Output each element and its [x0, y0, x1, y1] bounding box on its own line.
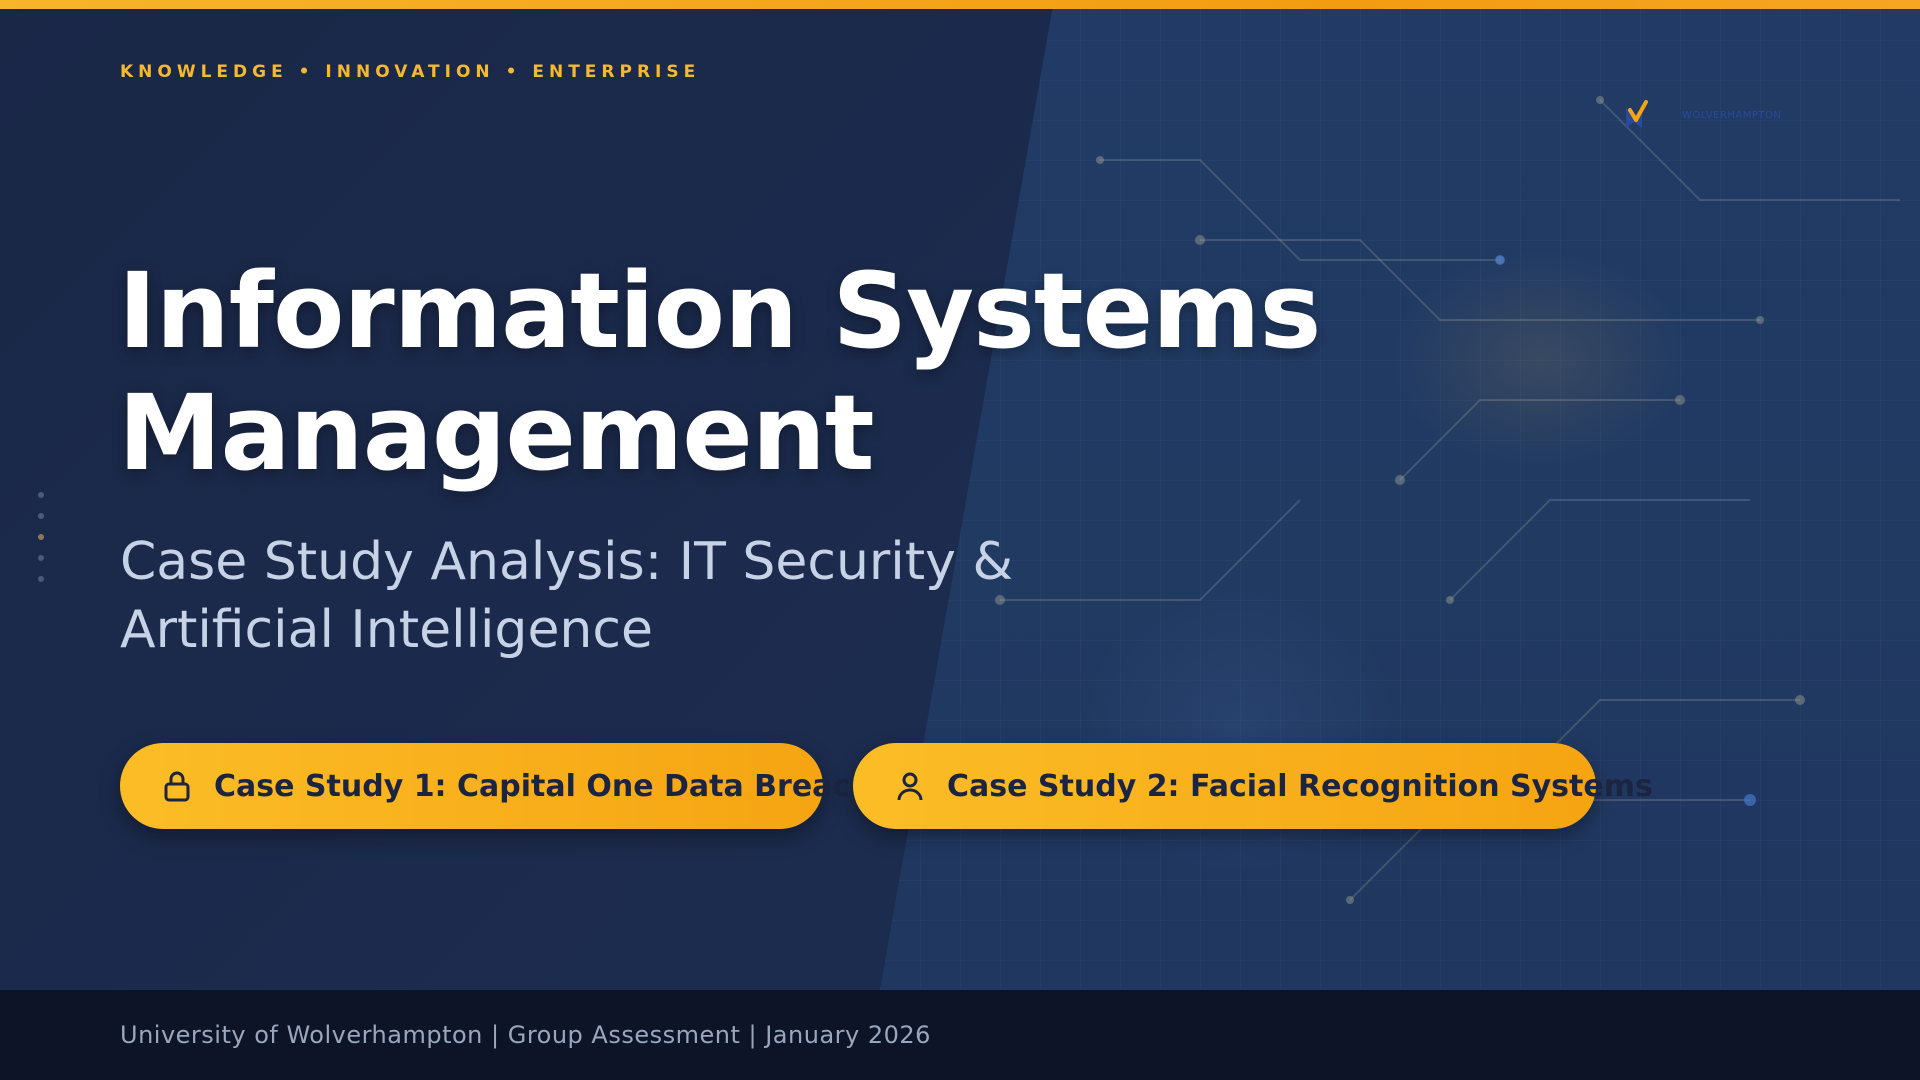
progress-dot — [38, 555, 44, 561]
logo-emblem-icon — [1626, 100, 1648, 128]
case-study-1-button[interactable]: Case Study 1: Capital One Data Breach — [120, 743, 872, 829]
university-logo: WOLVERHAMPTON — [1622, 98, 1792, 138]
top-accent-bar — [0, 0, 1920, 9]
progress-dot-active — [38, 534, 44, 540]
progress-dot — [38, 492, 44, 498]
logo-text: WOLVERHAMPTON — [1682, 110, 1782, 121]
case-study-2-button[interactable]: Case Study 2: Facial Recognition Systems — [853, 743, 1653, 829]
slide-progress-dots — [38, 492, 46, 592]
case-study-2-label: Case Study 2: Facial Recognition Systems — [947, 768, 1653, 804]
case-study-1-label: Case Study 1: Capital One Data Breach — [214, 768, 872, 804]
title-line-2: Management — [118, 372, 875, 494]
progress-dot — [38, 513, 44, 519]
circuit-lines-decoration — [995, 96, 1900, 904]
subtitle: Case Study Analysis: IT Security & Artif… — [120, 532, 1013, 660]
user-icon — [897, 772, 923, 801]
tagline: KNOWLEDGE • INNOVATION • ENTERPRISE — [120, 62, 701, 82]
footer-text: University of Wolverhampton | Group Asse… — [120, 1021, 931, 1049]
title-line-1: Information Systems — [118, 250, 1321, 372]
title-slide: KNOWLEDGE • INNOVATION • ENTERPRISE WOLV… — [0, 0, 1920, 1080]
progress-dot — [38, 576, 44, 582]
lock-icon — [164, 771, 190, 802]
page-title: Information Systems Management — [118, 250, 1321, 494]
